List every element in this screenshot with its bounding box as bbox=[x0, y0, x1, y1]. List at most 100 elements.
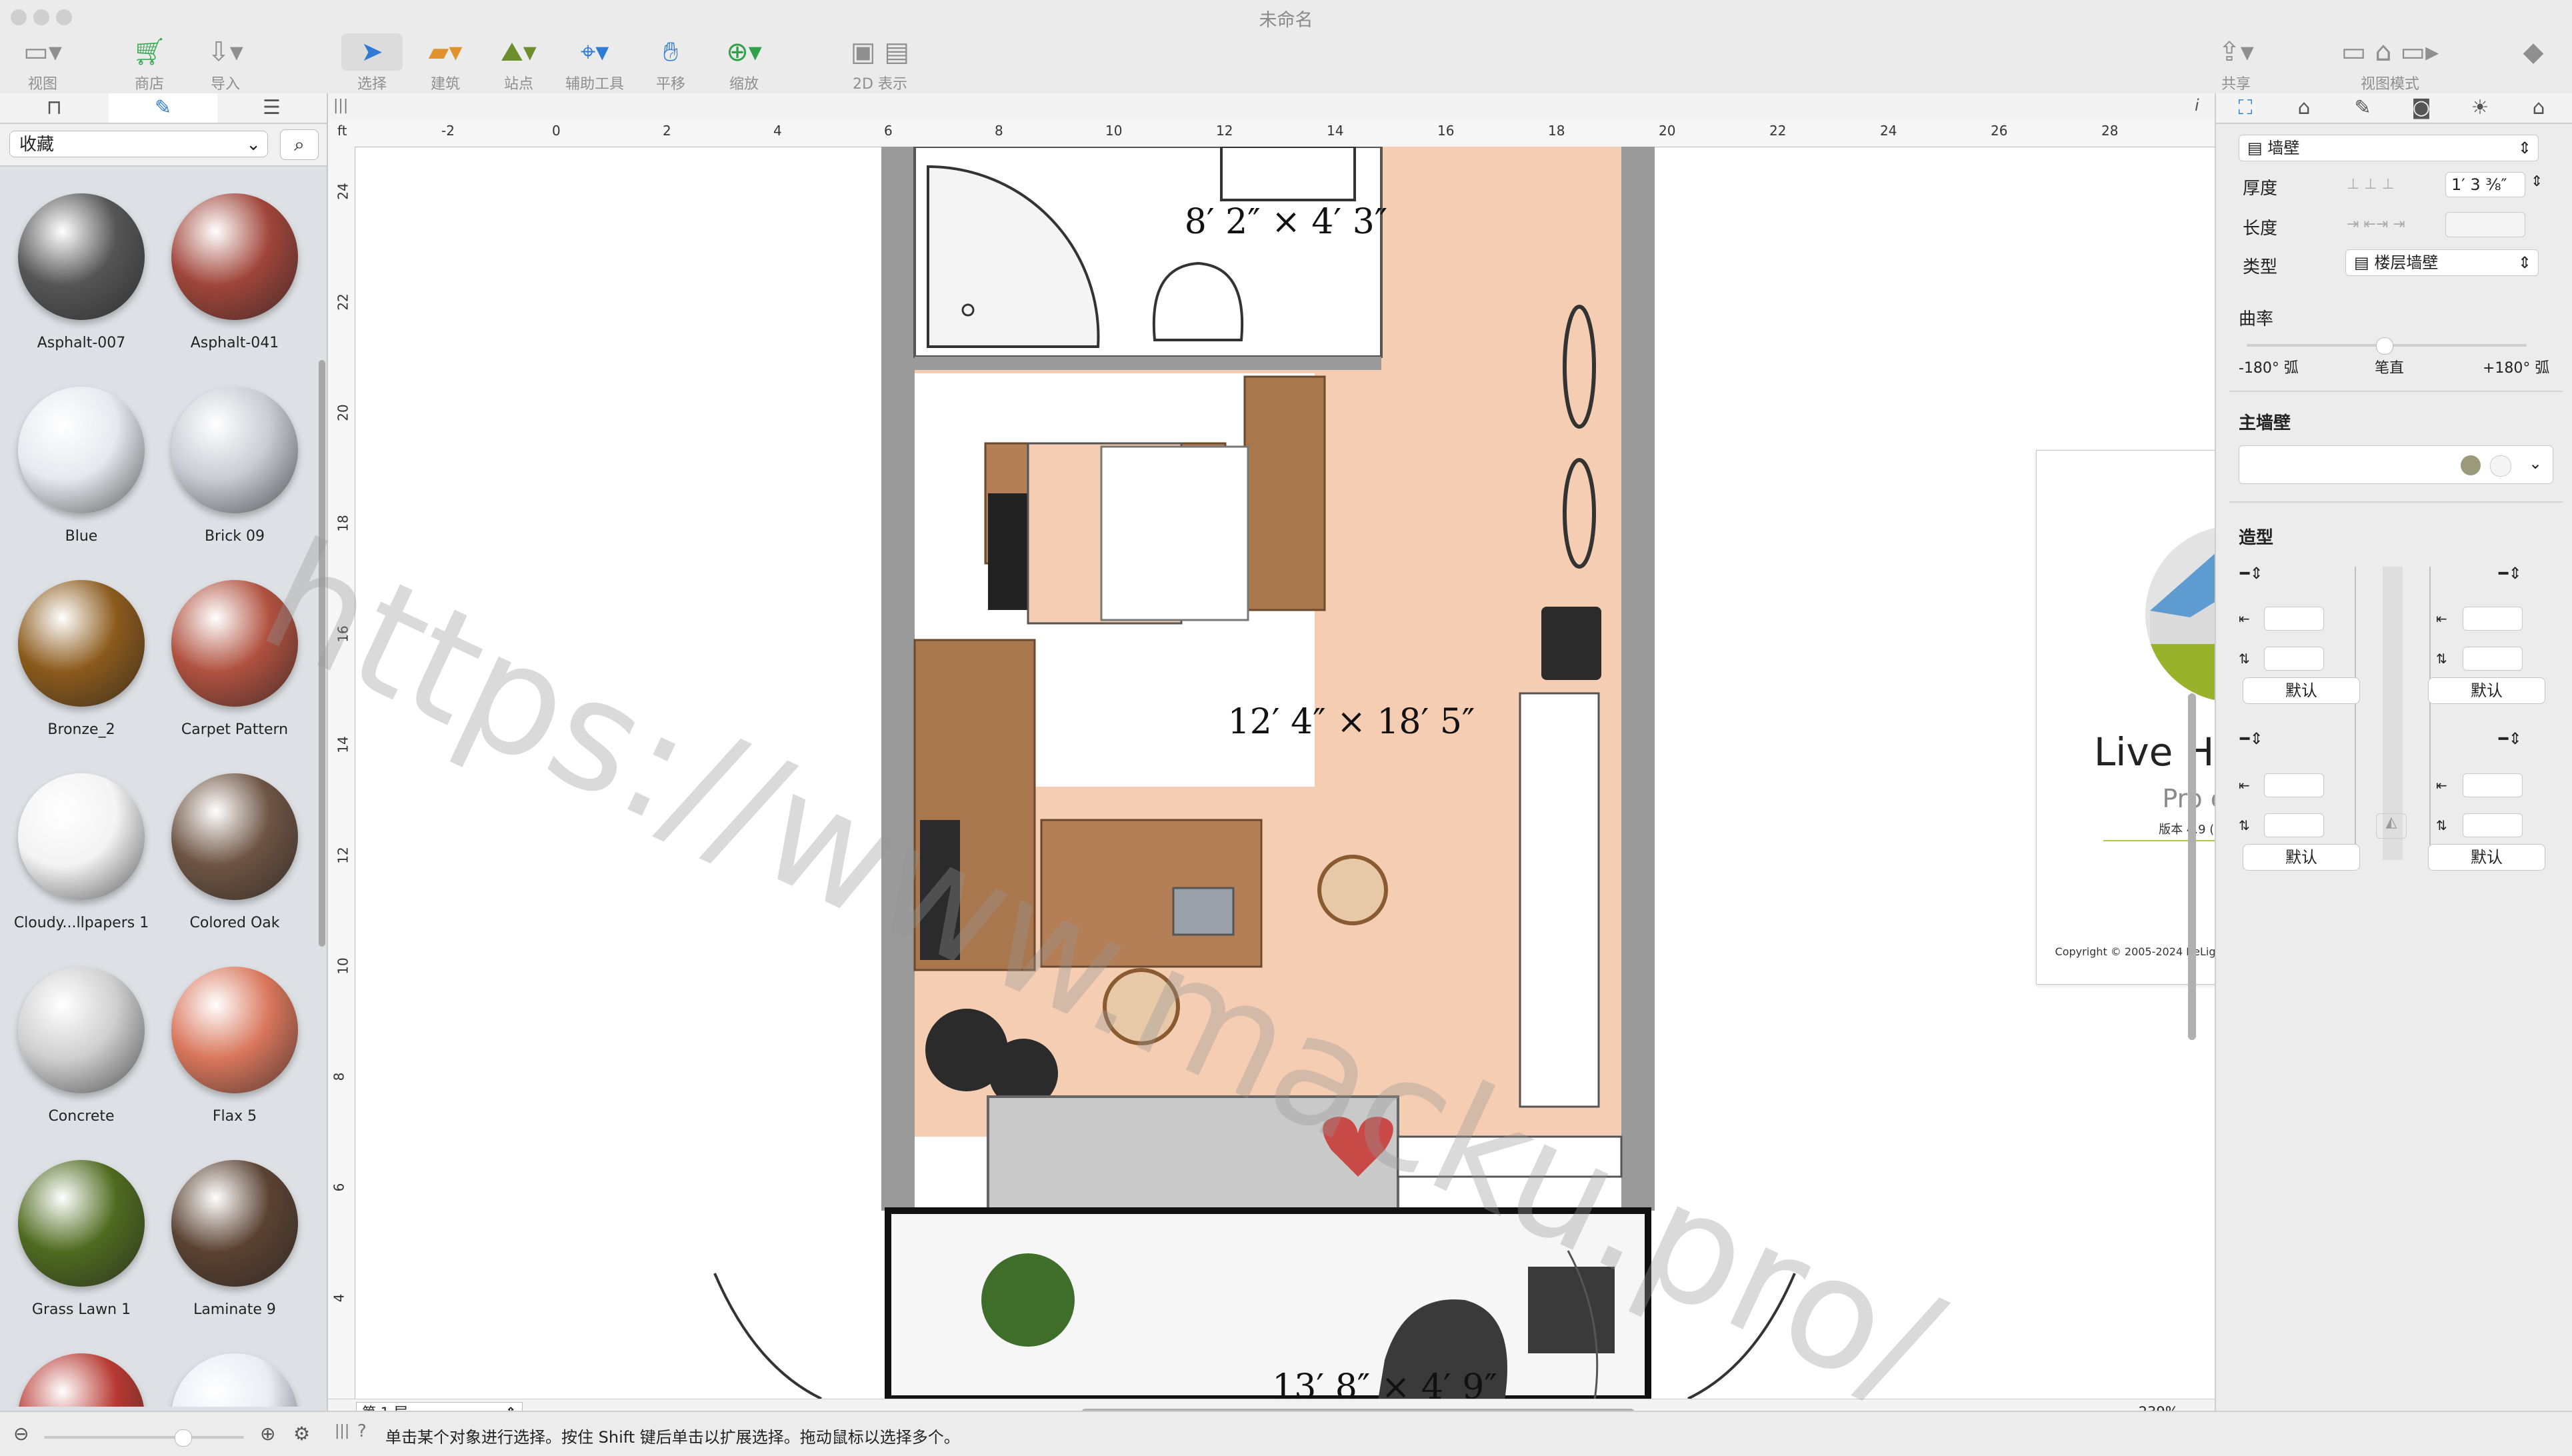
material-item[interactable]: Laminate 9 bbox=[157, 1160, 312, 1318]
material-item[interactable]: Grass Lawn 1 bbox=[4, 1160, 159, 1318]
toolbar-2d-view-button[interactable]: ▣ ▤ 2D 表示 bbox=[820, 33, 940, 93]
curvature-slider-thumb[interactable] bbox=[2376, 337, 2393, 355]
library-size-slider[interactable] bbox=[44, 1436, 244, 1439]
wall-left[interactable] bbox=[881, 147, 915, 1211]
tab-materials[interactable]: ✎ bbox=[109, 93, 217, 123]
splitter-handle-icon[interactable]: ||| bbox=[333, 97, 348, 114]
site-icon: ⛰▾ bbox=[501, 37, 537, 67]
curvature-label: 曲率 bbox=[2239, 309, 2274, 329]
tab-edit[interactable]: ✎ bbox=[2333, 93, 2392, 123]
profile-left-bottom-select[interactable]: ━⇕ bbox=[2240, 729, 2263, 748]
fridge[interactable] bbox=[1100, 445, 1249, 621]
ruler-tick-label: 8 bbox=[331, 1072, 347, 1081]
thickness-field[interactable]: 1′ 3 ⅜″ bbox=[2445, 172, 2525, 197]
sink[interactable] bbox=[1220, 147, 1356, 201]
length-field[interactable] bbox=[2445, 212, 2525, 237]
tab-camera[interactable]: ◙ bbox=[2392, 93, 2451, 123]
right-width-field[interactable] bbox=[2463, 607, 2523, 631]
material-item[interactable]: Colored Oak bbox=[157, 773, 312, 931]
info-icon[interactable]: i bbox=[2195, 96, 2199, 115]
library-size-slider-thumb[interactable] bbox=[175, 1429, 192, 1447]
default-button-left-bottom[interactable]: 默认 bbox=[2243, 844, 2360, 871]
material-item[interactable]: Asphalt-007 bbox=[4, 193, 159, 351]
material-item[interactable]: Brick 09 bbox=[157, 387, 312, 545]
zoom-out-icon[interactable]: ⊖ bbox=[13, 1423, 29, 1445]
toolbar-view-mode-button[interactable]: ▭ ⌂ ▭▸ 视图模式 bbox=[2313, 33, 2467, 93]
tab-light[interactable]: ☀ bbox=[2451, 93, 2509, 123]
left-height-field[interactable] bbox=[2264, 647, 2324, 671]
material-item[interactable]: Cloudy...llpapers 1 bbox=[4, 773, 159, 931]
toolbar-building-button[interactable]: ▰▾ 建筑 bbox=[416, 33, 475, 93]
default-button-left[interactable]: 默认 bbox=[2243, 677, 2360, 704]
material-swatch bbox=[18, 1160, 145, 1287]
right-height-field[interactable] bbox=[2463, 647, 2523, 671]
tab-object[interactable]: ⛶ bbox=[2216, 93, 2275, 123]
search-button[interactable]: ⌕ bbox=[280, 129, 319, 160]
material-item[interactable] bbox=[4, 1353, 159, 1407]
plant[interactable] bbox=[981, 1253, 1075, 1347]
toolbar-pan-button[interactable]: ✋︎ 平移 bbox=[641, 33, 700, 93]
right-bottom-width-field[interactable] bbox=[2463, 773, 2523, 797]
tab-building[interactable]: ⌂ bbox=[2509, 93, 2568, 123]
paint-bucket-icon: ⌂ bbox=[2297, 96, 2311, 119]
object-type-select[interactable]: ▤ 墙壁 ⇕ bbox=[2239, 135, 2539, 161]
eraser-icon: ◆ bbox=[2523, 37, 2544, 67]
wall-icon: ▤ bbox=[2247, 139, 2263, 157]
material-item[interactable] bbox=[157, 1353, 312, 1407]
left-bottom-height-field[interactable] bbox=[2264, 813, 2324, 837]
eraser-button[interactable]: ◆ bbox=[2513, 33, 2553, 71]
profile-right-select[interactable]: ━⇕ bbox=[2499, 564, 2522, 583]
gear-icon[interactable]: ⚙ bbox=[293, 1423, 310, 1445]
2d-view-icon: ▣ ▤ bbox=[850, 37, 910, 67]
tall-cabinet[interactable] bbox=[1243, 375, 1326, 611]
ruler-tick-label: 14 bbox=[1327, 123, 1344, 139]
bench[interactable] bbox=[1519, 692, 1600, 1108]
dimension-balcony[interactable]: 13′ 8″ × 4′ 9″ bbox=[1272, 1367, 1497, 1399]
toolbar-store-button[interactable]: 🛒︎ 商店 bbox=[120, 33, 179, 93]
profile-left-select[interactable]: ━⇕ bbox=[2240, 564, 2263, 583]
toolbar-select-button[interactable]: ➤ 选择 bbox=[341, 33, 403, 93]
zoom-icon: ⊕▾ bbox=[726, 37, 762, 67]
import-icon: ⇩▾ bbox=[207, 37, 243, 67]
zoom-in-icon[interactable]: ⊕ bbox=[260, 1423, 275, 1445]
arc-left bbox=[713, 1273, 822, 1399]
material-item[interactable]: Concrete bbox=[4, 967, 159, 1125]
toolbar-site-button[interactable]: ⛰▾ 站点 bbox=[489, 33, 548, 93]
material-item[interactable]: Blue bbox=[4, 387, 159, 545]
flip-icon[interactable]: ◭ bbox=[2376, 813, 2407, 839]
collection-select[interactable]: 收藏 ⌄ bbox=[9, 131, 268, 157]
material-swatch bbox=[18, 580, 145, 707]
material-item[interactable]: Asphalt-041 bbox=[157, 193, 312, 351]
left-width-field[interactable] bbox=[2264, 607, 2324, 631]
profile-right-bottom-select[interactable]: ━⇕ bbox=[2499, 729, 2522, 748]
material-item[interactable]: Flax 5 bbox=[157, 967, 312, 1125]
splitter-handle-icon[interactable]: ||| bbox=[335, 1423, 349, 1439]
default-button-right-bottom[interactable]: 默认 bbox=[2428, 844, 2545, 871]
tab-list[interactable]: ☰ bbox=[217, 93, 326, 123]
tab-paint[interactable]: ⌂ bbox=[2275, 93, 2333, 123]
toolbar-zoom-button[interactable]: ⊕▾ 缩放 bbox=[715, 33, 773, 93]
toolbar-view-button[interactable]: ▭▾ 视图 bbox=[13, 33, 72, 93]
wall-kind-select[interactable]: ▤ 楼层墙壁 ⇕ bbox=[2345, 249, 2539, 276]
toolbar-share-button[interactable]: ⇪▾ 共享 bbox=[2207, 33, 2265, 93]
stepper-icon[interactable]: ⇕ bbox=[2531, 173, 2543, 190]
chair[interactable] bbox=[1317, 855, 1388, 925]
left-bottom-width-field[interactable] bbox=[2264, 773, 2324, 797]
tab-furniture[interactable]: ⊓ bbox=[0, 93, 109, 123]
toolbar-import-button[interactable]: ⇩▾ 导入 bbox=[196, 33, 255, 93]
speaker[interactable] bbox=[1541, 607, 1601, 680]
toolbar-helper-tools-button[interactable]: ⌖▾ 辅助工具 bbox=[560, 33, 629, 93]
length-align-icons[interactable]: ⇥ ⇤⇥ ⇥ bbox=[2347, 216, 2405, 233]
dimension-living[interactable]: 12′ 4″ × 18′ 5″ bbox=[1228, 702, 1475, 742]
main-wall-material-select[interactable]: ⌄ bbox=[2239, 445, 2553, 484]
dimension-bathroom[interactable]: 8′ 2″ × 4′ 3″ bbox=[1185, 202, 1387, 242]
wall-right[interactable] bbox=[1621, 147, 1655, 1211]
alignment-icons[interactable]: ⊥ ⊥ ⊥ bbox=[2347, 176, 2394, 193]
ruler-tick-label: 6 bbox=[884, 123, 893, 139]
right-bottom-height-field[interactable] bbox=[2463, 813, 2523, 837]
ruler-tick-label: 4 bbox=[331, 1293, 347, 1303]
help-icon[interactable]: ? bbox=[357, 1421, 367, 1441]
default-button-right[interactable]: 默认 bbox=[2428, 677, 2545, 704]
material-item[interactable]: Bronze_2 bbox=[4, 580, 159, 738]
canvas-vertical-scrollbar[interactable] bbox=[2188, 693, 2196, 1040]
